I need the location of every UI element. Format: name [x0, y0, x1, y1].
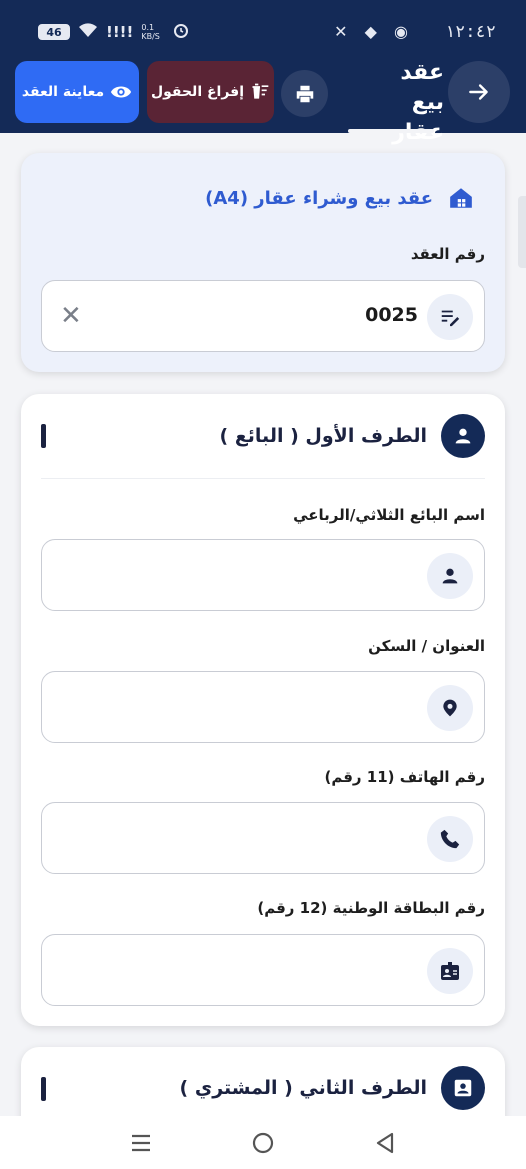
contract-number-label: رقم العقد — [410, 245, 485, 263]
vpn-icon: ◉ — [394, 22, 414, 41]
triangle-back-icon — [376, 1132, 394, 1153]
seller-phone-field[interactable] — [41, 802, 485, 874]
clear-fields-button[interactable]: إفراغ الحقول — [147, 61, 274, 123]
side-scroll-handle[interactable] — [518, 196, 526, 268]
back-nav-button[interactable] — [365, 1123, 405, 1163]
recent-apps-button[interactable] — [121, 1123, 161, 1163]
person-icon — [441, 414, 485, 458]
app-notification-icon: ◆ — [364, 22, 383, 41]
seller-header: الطرف الأول ( البائع ) — [220, 414, 485, 458]
phone-icon — [427, 816, 473, 862]
back-button[interactable] — [448, 61, 510, 123]
edit-note-icon — [427, 294, 473, 340]
seller-address-label: العنوان / السكن — [368, 637, 485, 655]
contract-number-field[interactable]: 0025 ✕ — [41, 280, 485, 352]
location-pin-icon — [427, 685, 473, 731]
preview-contract-button[interactable]: معاينة العقد — [15, 61, 139, 123]
status-bar: 46 !!!! 0.1 KB/S ✕ ◆ ◉ ١٢:٤٢ — [0, 0, 526, 52]
seller-address-field[interactable] — [41, 671, 485, 743]
preview-contract-label: معاينة العقد — [21, 84, 105, 100]
seller-id-label: رقم البطاقة الوطنية (12 رقم) — [257, 899, 485, 917]
arrow-right-icon — [469, 84, 488, 100]
clear-fields-label: إفراغ الحقول — [150, 84, 245, 100]
section-collapse-handle[interactable] — [41, 1077, 46, 1101]
system-nav-bar — [0, 1116, 526, 1169]
account-box-icon — [441, 1066, 485, 1110]
contract-title: عقد بيع وشراء عقار (A4) — [205, 187, 433, 209]
menu-icon — [132, 1134, 150, 1151]
status-left-icons: 46 !!!! 0.1 KB/S — [38, 22, 189, 42]
home-circle-icon — [252, 1132, 274, 1153]
status-time: ١٢:٤٢ — [444, 22, 496, 42]
buyer-title: الطرف الثاني ( المشتري ) — [179, 1077, 427, 1099]
id-badge-icon — [427, 948, 473, 994]
contract-card: عقد بيع وشراء عقار (A4) رقم العقد 0025 ✕ — [21, 153, 505, 372]
seller-phone-label: رقم الهاتف (11 رقم) — [324, 768, 485, 786]
contract-number-value: 0025 — [365, 304, 418, 326]
page-title: عقد بيع عقار — [392, 60, 444, 145]
status-right-icons: ✕ ◆ ◉ — [334, 22, 414, 41]
app-header: 46 !!!! 0.1 KB/S ✕ ◆ ◉ ١٢:٤٢ عقد بيع عقا… — [0, 0, 526, 145]
battery-icon: 46 — [38, 24, 70, 40]
print-button[interactable] — [281, 70, 328, 117]
buyer-header: الطرف الثاني ( المشتري ) — [180, 1066, 485, 1110]
person-icon — [427, 553, 473, 599]
eye-icon — [111, 86, 132, 98]
notification-x-icon: ✕ — [334, 22, 354, 41]
section-collapse-handle[interactable] — [41, 424, 46, 448]
seller-name-label: اسم البائع الثلاثي/الرباعي — [293, 506, 485, 524]
seller-name-field[interactable] — [41, 539, 485, 611]
alarm-icon — [173, 22, 189, 42]
home-button[interactable] — [243, 1123, 283, 1163]
house-icon — [450, 188, 472, 208]
contract-header: عقد بيع وشراء عقار (A4) — [205, 185, 475, 211]
seller-card: الطرف الأول ( البائع ) اسم البائع الثلاث… — [21, 394, 505, 1026]
divider — [41, 478, 485, 479]
printer-icon — [296, 85, 313, 102]
delete-sweep-icon — [252, 83, 269, 99]
clear-input-icon[interactable]: ✕ — [60, 301, 82, 331]
wifi-icon — [78, 22, 98, 42]
seller-title: الطرف الأول ( البائع ) — [219, 425, 427, 447]
network-speed: 0.1 KB/S — [141, 23, 160, 41]
seller-id-field[interactable] — [41, 934, 485, 1006]
signal-icon: !!!! — [106, 23, 134, 41]
tab-indicator — [348, 129, 434, 133]
